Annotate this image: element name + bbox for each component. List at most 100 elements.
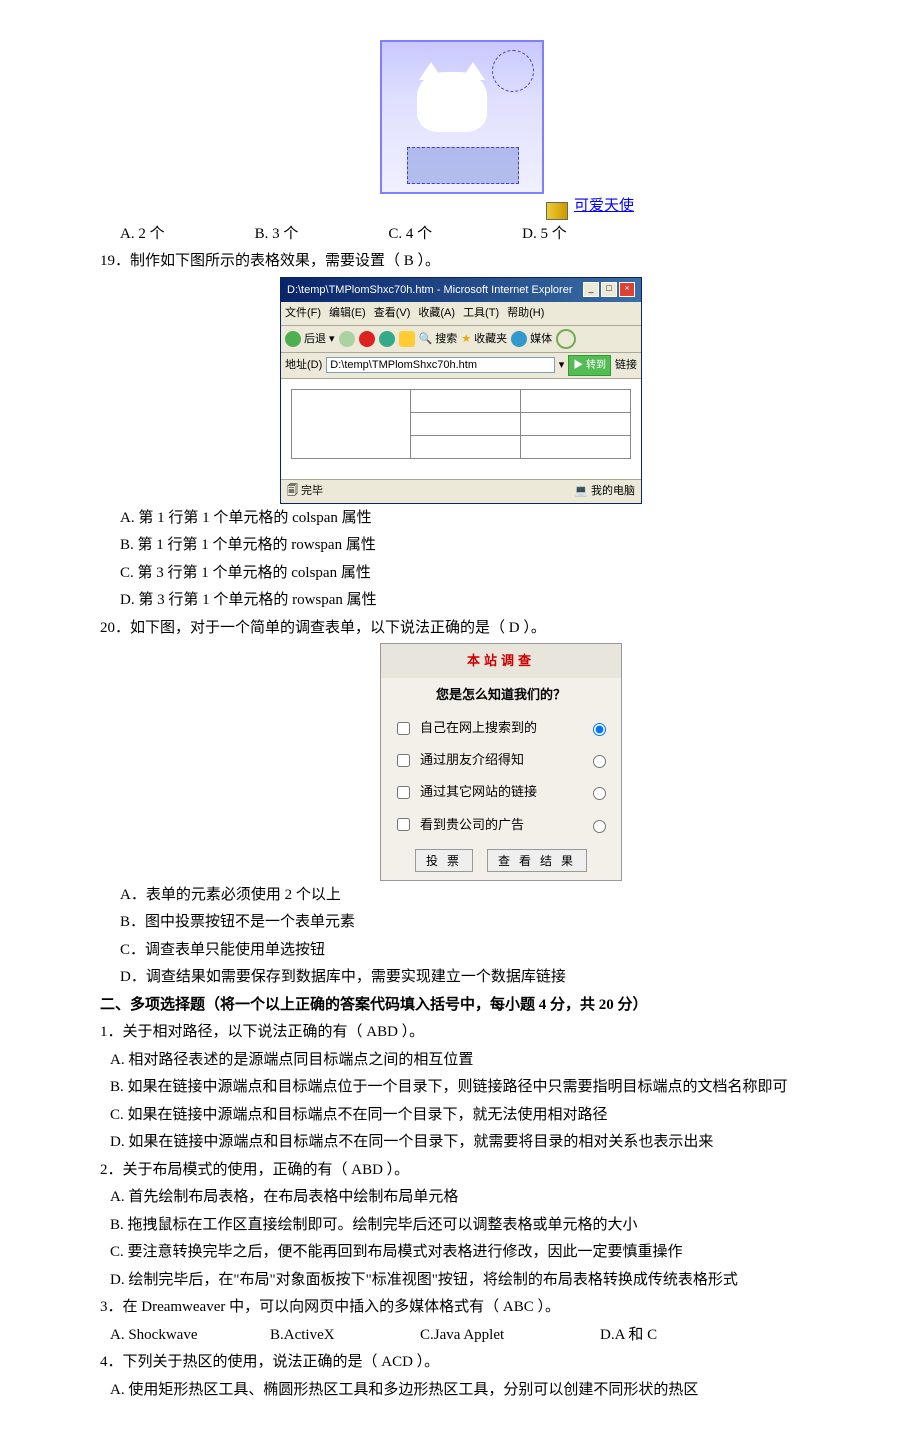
minimize-icon[interactable]: _ [583, 282, 599, 297]
s2q2-stem: 2．关于布局模式的使用，正确的有（ ABD ）。 [100, 1158, 840, 1184]
survey-item-1: 自己在网上搜索到的 [381, 712, 621, 744]
s2q1-stem: 1．关于相对路径，以下说法正确的有（ ABD ）。 [100, 1020, 840, 1046]
survey-item-4: 看到贵公司的广告 [381, 809, 621, 841]
q19-opt-b: B. 第 1 行第 1 个单元格的 rowspan 属性 [120, 533, 840, 559]
addr-input[interactable] [326, 357, 554, 373]
view-result-button[interactable]: 查 看 结 果 [487, 849, 587, 872]
go-button[interactable]: ▶ 转到 [568, 355, 611, 376]
survey-radio-2[interactable] [593, 755, 606, 768]
status-zone-label: 我的电脑 [591, 485, 635, 497]
refresh-icon[interactable] [379, 331, 395, 347]
demo-table [291, 389, 631, 459]
back-label: 后退 [304, 330, 326, 349]
survey-question: 您是怎么知道我们的？ [381, 678, 621, 712]
survey-item-2: 通过朋友介绍得知 [381, 744, 621, 776]
favorites-label: 收藏夹 [474, 330, 507, 349]
survey-box: 本站调查 您是怎么知道我们的？ 自己在网上搜索到的 通过朋友介绍得知 通过其它网… [380, 643, 622, 881]
survey-radio-4[interactable] [593, 820, 606, 833]
back-button[interactable]: 后退 ▾ [285, 330, 335, 349]
s2q3-a: A. Shockwave [110, 1323, 270, 1349]
q20-opt-d: D．调查结果如需要保存到数据库中，需要实现建立一个数据库链接 [120, 965, 840, 991]
survey-checkbox-3[interactable] [397, 786, 410, 799]
s2q4-a: A. 使用矩形热区工具、椭圆形热区工具和多边形热区工具，分别可以创建不同形状的热… [110, 1378, 840, 1404]
q19-opt-c: C. 第 3 行第 1 个单元格的 colspan 属性 [120, 561, 840, 587]
survey-buttons: 投 票 查 看 结 果 [381, 841, 621, 880]
section2-header: 二、多项选择题（将一个以上正确的答案代码填入括号中，每小题 4 分，共 20 分… [100, 993, 840, 1019]
kitty-caption-row: 可爱天使 [380, 194, 840, 220]
survey-checkbox-2[interactable] [397, 754, 410, 767]
ie-status: 🗐 完毕 💻 我的电脑 [281, 479, 641, 503]
forward-icon [339, 331, 355, 347]
ie-address-bar: 地址(D) ▾ ▶ 转到 链接 [281, 353, 641, 379]
menu-tools[interactable]: 工具(T) [463, 304, 499, 323]
links-label[interactable]: 链接 [615, 356, 637, 375]
rect-hotspot [407, 147, 519, 184]
close-icon[interactable]: × [619, 282, 635, 297]
s2q2-b: B. 拖拽鼠标在工作区直接绘制即可。绘制完毕后还可以调整表格或单元格的大小 [110, 1213, 840, 1239]
survey-radio-1[interactable] [593, 723, 606, 736]
media-button[interactable]: 媒体 [511, 330, 552, 349]
survey-radio-3[interactable] [593, 787, 606, 800]
menu-help[interactable]: 帮助(H) [507, 304, 544, 323]
s2q3-c: C.Java Applet [420, 1323, 600, 1349]
q20-opt-b: B．图中投票按钮不是一个表单元素 [120, 910, 840, 936]
q18-opt-b: B. 3 个 [255, 222, 299, 248]
q20-opt-c: C．调查表单只能使用单选按钮 [120, 938, 840, 964]
ie-toolbar: 后退 ▾ 🔍 搜索 ★ 收藏夹 媒体 [281, 326, 641, 353]
s2q1-d: D. 如果在链接中源端点和目标端点不在同一个目录下，就需要将目录的相对关系也表示… [110, 1130, 840, 1156]
q20-stem: 20．如下图，对于一个简单的调查表单，以下说法正确的是（ D ）。 [100, 616, 840, 642]
s2q2-a: A. 首先绘制布局表格，在布局表格中绘制布局单元格 [110, 1185, 840, 1211]
kitty-link[interactable]: 可爱天使 [574, 194, 634, 220]
back-icon [285, 331, 301, 347]
ie-menu: 文件(F) 编辑(E) 查看(V) 收藏(A) 工具(T) 帮助(H) [281, 302, 641, 326]
menu-file[interactable]: 文件(F) [285, 304, 321, 323]
q18-opt-d: D. 5 个 [522, 222, 567, 248]
history-icon[interactable] [556, 329, 576, 349]
q19-opt-d: D. 第 3 行第 1 个单元格的 rowspan 属性 [120, 588, 840, 614]
search-button[interactable]: 🔍 搜索 [419, 330, 458, 349]
media-label: 媒体 [530, 330, 552, 349]
ie-title-text: D:\temp\TMPlomShxc70h.htm - Microsoft In… [287, 281, 572, 300]
vote-button[interactable]: 投 票 [415, 849, 473, 872]
menu-fav[interactable]: 收藏(A) [418, 304, 455, 323]
q20-opt-a: A．表单的元素必须使用 2 个以上 [120, 883, 840, 909]
chevron-down-icon: ▾ [329, 330, 335, 349]
status-zone: 💻 我的电脑 [574, 482, 635, 501]
survey-checkbox-1[interactable] [397, 722, 410, 735]
survey-label-2: 通过朋友介绍得知 [420, 749, 587, 771]
survey-checkbox-4[interactable] [397, 818, 410, 831]
stop-icon[interactable] [359, 331, 375, 347]
status-done-label: 完毕 [301, 485, 323, 497]
addr-label: 地址(D) [285, 356, 322, 375]
q19-stem: 19．制作如下图所示的表格效果，需要设置（ B ）。 [100, 249, 840, 275]
addr-dropdown-icon[interactable]: ▾ [559, 356, 565, 375]
home-icon[interactable] [399, 331, 415, 347]
maximize-icon[interactable]: □ [601, 282, 617, 297]
s2q4-stem: 4．下列关于热区的使用，说法正确的是（ ACD ）。 [100, 1350, 840, 1376]
kitty-face [417, 72, 487, 132]
s2q3-d: D.A 和 C [600, 1323, 657, 1349]
survey-label-3: 通过其它网站的链接 [420, 781, 587, 803]
s2q2-d: D. 绘制完毕后，在"布局"对象面板按下"标准视图"按钮，将绘制的布局表格转换成… [110, 1268, 840, 1294]
q18-options: A. 2 个 B. 3 个 C. 4 个 D. 5 个 [100, 222, 840, 248]
survey-title: 本站调查 [381, 644, 621, 678]
favorites-button[interactable]: ★ 收藏夹 [461, 330, 507, 349]
s2q2-c: C. 要注意转换完毕之后，便不能再回到布局模式对表格进行修改，因此一定要慎重操作 [110, 1240, 840, 1266]
survey-label-4: 看到贵公司的广告 [420, 814, 587, 836]
circle-hotspot [492, 50, 534, 92]
s2q1-c: C. 如果在链接中源端点和目标端点不在同一个目录下，就无法使用相对路径 [110, 1103, 840, 1129]
s2q1-b: B. 如果在链接中源端点和目标端点位于一个目录下，则链接路径中只需要指明目标端点… [110, 1075, 840, 1101]
search-label: 搜索 [435, 330, 457, 349]
kitty-image-box [380, 40, 544, 194]
menu-view[interactable]: 查看(V) [374, 304, 411, 323]
search-icon: 🔍 [419, 330, 433, 349]
q19-opt-a: A. 第 1 行第 1 个单元格的 colspan 属性 [120, 506, 840, 532]
go-label: 转到 [586, 360, 606, 371]
ie-window: D:\temp\TMPlomShxc70h.htm - Microsoft In… [280, 277, 642, 504]
status-done: 🗐 完毕 [287, 482, 323, 501]
q18-opt-a: A. 2 个 [120, 222, 165, 248]
ie-titlebar: D:\temp\TMPlomShxc70h.htm - Microsoft In… [281, 278, 641, 303]
menu-edit[interactable]: 编辑(E) [329, 304, 366, 323]
ie-content [281, 379, 641, 479]
q18-opt-c: C. 4 个 [388, 222, 432, 248]
